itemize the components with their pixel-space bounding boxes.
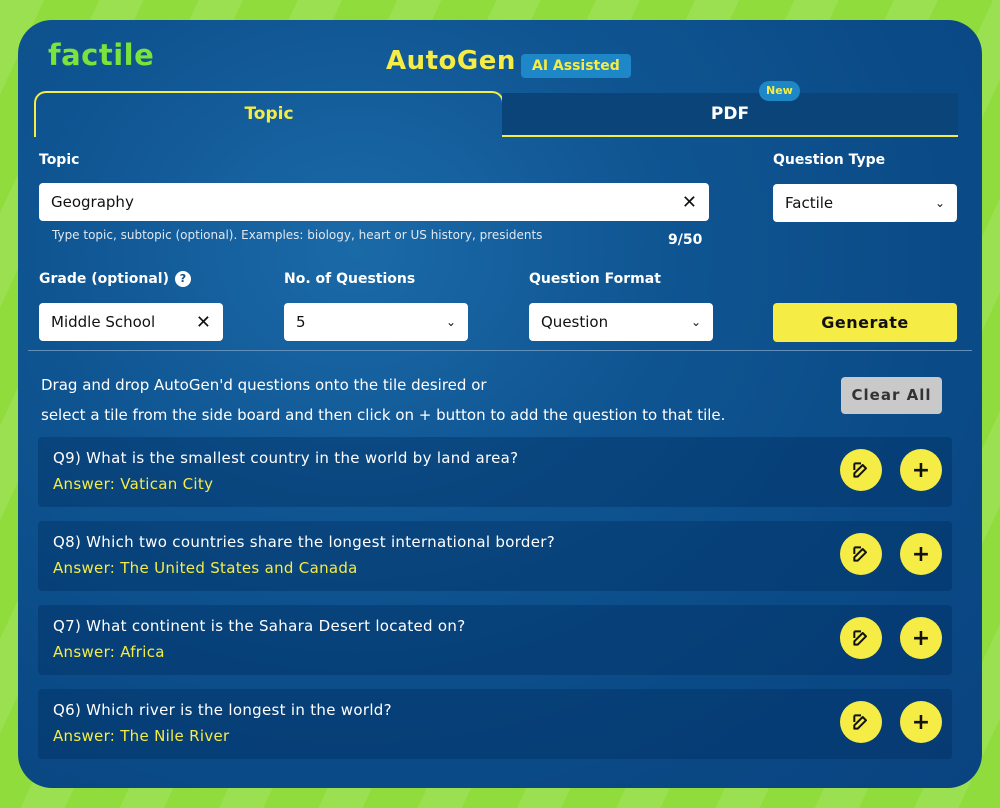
generate-button[interactable]: Generate [773, 303, 957, 342]
add-icon[interactable]: + [900, 449, 942, 491]
clear-topic-icon[interactable]: ✕ [682, 192, 697, 213]
topic-input[interactable]: Geography ✕ [39, 183, 709, 221]
chevron-down-icon: ⌄ [445, 315, 456, 329]
question-text: Q8) Which two countries share the longes… [53, 533, 555, 551]
grade-input[interactable]: Middle School ✕ [39, 303, 223, 341]
help-icon[interactable]: ? [175, 271, 191, 287]
divider [28, 350, 972, 351]
topic-char-count: 9/50 [668, 232, 703, 248]
topic-label: Topic [39, 152, 80, 168]
add-icon[interactable]: + [900, 701, 942, 743]
num-questions-value: 5 [296, 313, 306, 331]
chevron-down-icon: ⌄ [690, 315, 701, 329]
edit-icon[interactable] [840, 533, 882, 575]
question-text: Q9) What is the smallest country in the … [53, 449, 519, 467]
question-type-select[interactable]: Factile ⌄ [773, 184, 957, 222]
clear-grade-icon[interactable]: ✕ [196, 312, 211, 333]
edit-icon[interactable] [840, 449, 882, 491]
num-questions-label: No. of Questions [284, 271, 416, 287]
grade-label-text: Grade (optional) [39, 271, 169, 287]
chevron-down-icon: ⌄ [934, 196, 945, 210]
question-card[interactable]: Q9) What is the smallest country in the … [38, 437, 952, 507]
tab-pdf[interactable]: PDF [502, 93, 958, 137]
question-format-select[interactable]: Question ⌄ [529, 303, 713, 341]
topic-value: Geography [51, 193, 134, 211]
page-title: AutoGen [386, 46, 516, 76]
instructions-line-1: Drag and drop AutoGen'd questions onto t… [41, 376, 487, 394]
add-icon[interactable]: + [900, 533, 942, 575]
add-icon[interactable]: + [900, 617, 942, 659]
ai-assisted-badge: AI Assisted [521, 54, 631, 78]
topic-hint: Type topic, subtopic (optional). Example… [52, 228, 543, 242]
new-badge: New [759, 81, 800, 101]
instructions-line-2: select a tile from the side board and th… [41, 406, 726, 424]
num-questions-select[interactable]: 5 ⌄ [284, 303, 468, 341]
question-card[interactable]: Q6) Which river is the longest in the wo… [38, 689, 952, 759]
answer-text: Answer: The United States and Canada [53, 559, 358, 577]
instructions: Drag and drop AutoGen'd questions onto t… [41, 370, 801, 430]
question-text: Q7) What continent is the Sahara Desert … [53, 617, 466, 635]
grade-label: Grade (optional)? [39, 271, 191, 287]
question-card[interactable]: Q7) What continent is the Sahara Desert … [38, 605, 952, 675]
answer-text: Answer: Africa [53, 643, 165, 661]
question-format-label: Question Format [529, 271, 661, 287]
question-card[interactable]: Q8) Which two countries share the longes… [38, 521, 952, 591]
question-format-value: Question [541, 313, 609, 331]
edit-icon[interactable] [840, 701, 882, 743]
answer-text: Answer: The Nile River [53, 727, 230, 745]
edit-icon[interactable] [840, 617, 882, 659]
autogen-panel: factile AutoGen AI Assisted Topic PDF Ne… [18, 20, 982, 788]
factile-logo: factile [48, 38, 155, 72]
tab-topic[interactable]: Topic [34, 91, 504, 137]
answer-text: Answer: Vatican City [53, 475, 214, 493]
question-text: Q6) Which river is the longest in the wo… [53, 701, 392, 719]
clear-all-button[interactable]: Clear All [841, 377, 942, 414]
question-type-label: Question Type [773, 152, 886, 168]
grade-value: Middle School [51, 313, 156, 331]
question-type-value: Factile [785, 194, 834, 212]
